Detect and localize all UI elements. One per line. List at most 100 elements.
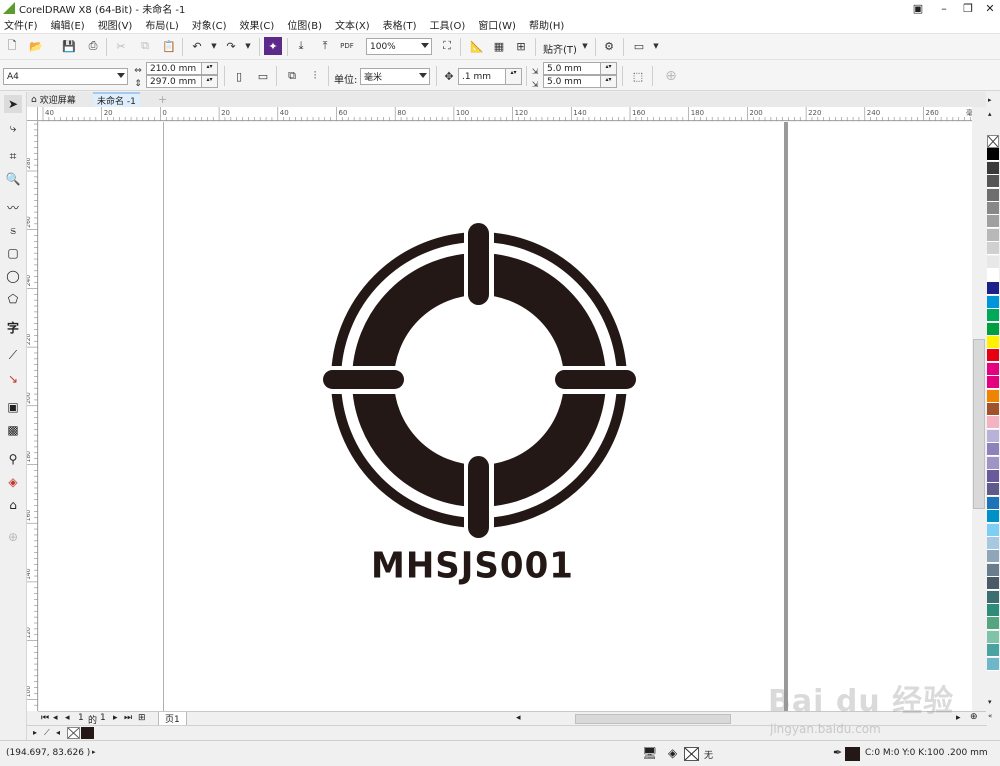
- menu-text[interactable]: 文本(X): [335, 17, 370, 32]
- palette-swatch[interactable]: [987, 202, 999, 215]
- scroll-right-icon[interactable]: ▸: [956, 713, 961, 723]
- interactive-fill-icon[interactable]: ◈: [4, 473, 22, 491]
- palette-swatch[interactable]: [987, 416, 999, 430]
- restore-button[interactable]: ❐: [956, 0, 980, 16]
- redo-dropdown-icon[interactable]: ▼: [239, 37, 257, 55]
- snap-to-button[interactable]: 贴齐(T): [543, 41, 577, 56]
- duplicate-y-field[interactable]: 5.0 mm: [543, 75, 601, 88]
- add-tool-icon[interactable]: ⊕: [4, 528, 22, 546]
- export-icon[interactable]: ⤒: [316, 37, 334, 55]
- document-color-swatch[interactable]: [81, 727, 94, 739]
- palette-swatch[interactable]: [987, 349, 999, 363]
- ruler-origin[interactable]: [27, 107, 38, 121]
- page-size-select[interactable]: A4: [3, 68, 128, 85]
- outline-color-swatch[interactable]: [845, 747, 860, 761]
- palette-swatch[interactable]: [987, 161, 999, 175]
- palette-arrow-icon[interactable]: ◂: [56, 728, 60, 737]
- freehand-tool-icon[interactable]: 〰: [4, 198, 22, 216]
- palette-swatch[interactable]: [987, 376, 999, 390]
- transparency-icon[interactable]: ▩: [4, 421, 22, 439]
- menu-object[interactable]: 对象(C): [192, 17, 227, 32]
- palette-swatch[interactable]: [987, 630, 999, 644]
- palette-swatch[interactable]: [987, 429, 999, 443]
- drop-shadow-icon[interactable]: ▣: [4, 398, 22, 416]
- add-toolbar-icon[interactable]: ⊕: [662, 67, 680, 85]
- palette-scroll-up-icon[interactable]: ▴: [988, 110, 992, 118]
- edit-bleed-icon[interactable]: ⬚: [629, 67, 647, 85]
- palette-swatch[interactable]: [987, 228, 999, 242]
- search-content-icon[interactable]: ✦: [264, 37, 282, 55]
- page-tab[interactable]: 页1: [158, 712, 187, 726]
- polygon-tool-icon[interactable]: ⬠: [4, 290, 22, 308]
- palette-swatch[interactable]: [987, 483, 999, 497]
- palette-swatch[interactable]: [987, 563, 999, 577]
- pick-tool-icon[interactable]: ➤: [4, 95, 22, 113]
- menu-view[interactable]: 视图(V): [98, 17, 133, 32]
- add-page-icon[interactable]: ⊞: [138, 713, 146, 723]
- show-rulers-icon[interactable]: 📐: [468, 37, 486, 55]
- menu-effects[interactable]: 效果(C): [240, 17, 275, 32]
- scroll-left-icon[interactable]: ◂: [516, 713, 521, 723]
- no-color-swatch[interactable]: [987, 135, 999, 148]
- menu-help[interactable]: 帮助(H): [529, 17, 564, 32]
- horizontal-ruler[interactable]: 40 20 0 20 40 60 80 100 120 140 160 180 200 220 240 260…: [38, 107, 986, 121]
- page-height-field[interactable]: 297.0 mm: [146, 75, 202, 88]
- vertical-scroll-thumb[interactable]: [973, 339, 985, 509]
- palette-swatch[interactable]: [987, 282, 999, 296]
- zoom-level-field[interactable]: 100%: [366, 38, 432, 55]
- application-launcher-icon[interactable]: ▭: [630, 37, 648, 55]
- nudge-distance-field[interactable]: .1 mm: [458, 68, 506, 85]
- eyedropper-icon[interactable]: ⟋: [44, 728, 50, 738]
- snap-dropdown-icon[interactable]: ▼: [576, 37, 594, 55]
- palette-scroll-up-icon[interactable]: ▸: [988, 96, 992, 104]
- connector-tool-icon[interactable]: ↘: [4, 370, 22, 388]
- new-document-icon[interactable]: 🗋: [3, 37, 21, 55]
- smart-fill-icon[interactable]: ⌂: [4, 496, 22, 514]
- palette-swatch[interactable]: [987, 550, 999, 564]
- paste-icon[interactable]: 📋: [160, 37, 178, 55]
- palette-swatch[interactable]: [987, 644, 999, 658]
- palette-swatch[interactable]: [987, 188, 999, 202]
- palette-swatch[interactable]: [987, 496, 999, 510]
- current-page-icon[interactable]: ⫶: [306, 67, 324, 85]
- parallel-dimension-icon[interactable]: ⟋: [4, 346, 22, 364]
- palette-swatch[interactable]: [987, 295, 999, 309]
- tab-untitled[interactable]: 未命名 -1: [93, 92, 140, 107]
- logo-text[interactable]: MHSJS001: [371, 545, 574, 587]
- full-screen-icon[interactable]: ⛶: [438, 37, 456, 55]
- vertical-ruler[interactable]: 280 260 240 220 200 180 160 140 120 100: [25, 121, 38, 711]
- palette-swatch[interactable]: [987, 242, 999, 256]
- duplicate-x-spinner[interactable]: ▴▾: [601, 62, 617, 75]
- close-button[interactable]: ✕: [978, 0, 1000, 16]
- palette-swatch[interactable]: [987, 215, 999, 229]
- menu-file[interactable]: 文件(F): [4, 17, 38, 32]
- last-page-icon[interactable]: ⏭: [124, 713, 132, 723]
- drawing-canvas[interactable]: MHSJS001: [39, 122, 986, 711]
- export-pdf-icon[interactable]: PDF: [338, 37, 356, 55]
- save-icon[interactable]: 💾: [60, 37, 78, 55]
- palette-swatch[interactable]: [987, 443, 999, 457]
- cut-icon[interactable]: ✂: [112, 37, 130, 55]
- palette-menu-icon[interactable]: ▸: [33, 728, 37, 737]
- all-pages-icon[interactable]: ⧉: [283, 67, 301, 85]
- rectangle-tool-icon[interactable]: ▢: [4, 244, 22, 262]
- menu-window[interactable]: 窗口(W): [478, 17, 516, 32]
- palette-expand-icon[interactable]: «: [988, 712, 992, 720]
- duplicate-y-spinner[interactable]: ▴▾: [601, 75, 617, 88]
- artistic-media-icon[interactable]: ಽ: [4, 221, 22, 239]
- palette-swatch[interactable]: [987, 403, 999, 416]
- palette-swatch[interactable]: [987, 604, 999, 617]
- status-arrow-icon[interactable]: ▸: [92, 748, 96, 756]
- width-spinner[interactable]: ▴▾: [202, 62, 218, 75]
- no-color-swatch[interactable]: [67, 727, 80, 739]
- first-page-icon[interactable]: ⏮: [41, 713, 49, 723]
- fill-none-swatch[interactable]: [684, 747, 699, 761]
- ellipse-tool-icon[interactable]: ◯: [4, 267, 22, 285]
- nudge-spinner[interactable]: ▴▾: [506, 68, 522, 85]
- tab-welcome[interactable]: ⌂ 欢迎屏幕: [27, 92, 80, 107]
- palette-scroll-down-icon[interactable]: ▾: [988, 698, 992, 706]
- redo-icon[interactable]: ↷: [222, 37, 240, 55]
- palette-swatch[interactable]: [987, 255, 999, 269]
- navigator-icon[interactable]: ⊕: [970, 712, 978, 722]
- palette-swatch[interactable]: [987, 590, 999, 604]
